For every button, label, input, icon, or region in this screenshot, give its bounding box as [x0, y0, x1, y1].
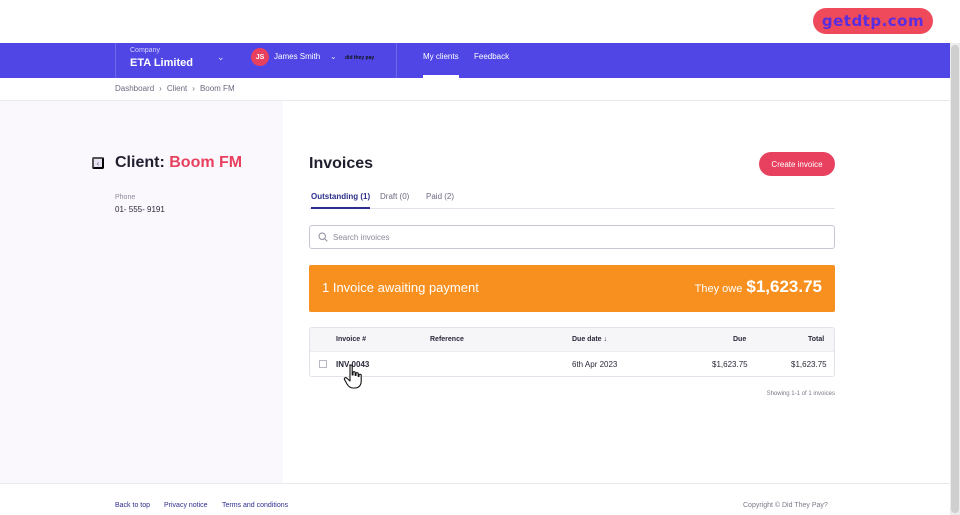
breadcrumb-client[interactable]: Client — [167, 84, 187, 93]
invoice-due-date: 6th Apr 2023 — [572, 360, 618, 369]
scrollbar-thumb[interactable] — [951, 45, 959, 513]
hand-pointer-icon — [343, 364, 362, 389]
top-strip — [0, 0, 950, 43]
column-due-date[interactable]: Due date ↓ — [572, 336, 607, 343]
chevron-right-icon: › — [192, 84, 195, 93]
nav-feedback[interactable]: Feedback — [474, 52, 509, 61]
owe-label: They owe — [694, 283, 743, 295]
back-to-top-link[interactable]: Back to top — [115, 502, 150, 509]
breadcrumb-dashboard[interactable]: Dashboard — [115, 84, 154, 93]
privacy-notice-link[interactable]: Privacy notice — [164, 502, 208, 509]
tab-outstanding[interactable]: Outstanding (1) — [311, 192, 371, 209]
create-invoice-button[interactable]: Create invoice — [759, 152, 835, 176]
tab-paid[interactable]: Paid (2) — [426, 192, 454, 209]
nav-my-clients[interactable]: My clients — [423, 52, 459, 61]
terms-link[interactable]: Terms and conditions — [222, 502, 288, 509]
table-header: Invoice # Reference Due date ↓ Due Total — [310, 328, 834, 352]
scrollbar[interactable] — [950, 43, 960, 515]
did-they-pay-logo: did they pay — [345, 55, 375, 61]
chevron-left-icon: ‹ — [96, 158, 100, 168]
phone-label: Phone — [115, 194, 136, 201]
chevron-down-icon[interactable]: ⌄ — [217, 52, 225, 63]
app-header: Company ETA Limited ⌄ JS James Smith ⌄ d… — [0, 43, 950, 78]
chevron-down-icon[interactable]: ⌄ — [330, 52, 337, 61]
column-reference[interactable]: Reference — [430, 336, 464, 343]
company-label: Company — [130, 47, 160, 54]
banner-text: 1 Invoice awaiting payment — [322, 280, 479, 295]
client-title-prefix: Client: — [115, 154, 165, 171]
invoice-table: Invoice # Reference Due date ↓ Due Total… — [309, 327, 835, 377]
getdtp-link[interactable]: getdtp.com — [813, 8, 933, 34]
breadcrumb: Dashboard › Client › Boom FM — [115, 84, 235, 93]
owed-summary: They owe $1,623.75 — [695, 277, 822, 297]
company-selector[interactable]: Company ETA Limited ⌄ JS James Smith ⌄ d… — [115, 43, 397, 78]
invoice-total: $1,623.75 — [791, 360, 827, 369]
owe-amount: $1,623.75 — [746, 277, 822, 296]
search-box[interactable] — [309, 225, 835, 249]
page-title: Invoices — [309, 155, 374, 172]
avatar[interactable]: JS — [251, 48, 269, 66]
payment-banner: 1 Invoice awaiting payment They owe $1,6… — [309, 265, 835, 312]
chevron-right-icon: › — [159, 84, 162, 93]
back-button[interactable]: ‹ — [92, 157, 104, 169]
copyright: Copyright © Did They Pay? — [743, 502, 828, 509]
arrow-down-icon: ↓ — [603, 336, 608, 343]
due-date-label: Due date — [572, 336, 602, 343]
row-checkbox[interactable] — [319, 360, 327, 368]
search-icon — [318, 232, 328, 242]
nav-active-indicator — [423, 75, 459, 78]
user-name[interactable]: James Smith — [274, 52, 320, 61]
breadcrumb-current: Boom FM — [199, 84, 235, 93]
invoice-due: $1,623.75 — [712, 360, 748, 369]
client-name: Boom FM — [169, 154, 243, 171]
pagination-summary: Showing 1-1 of 1 invoices — [766, 391, 835, 397]
phone-value: 01- 555- 9191 — [115, 205, 165, 214]
client-heading: Client: Boom FM — [115, 154, 242, 172]
column-total[interactable]: Total — [808, 336, 824, 343]
column-due[interactable]: Due — [733, 336, 746, 343]
divider — [0, 483, 950, 484]
invoice-tabs: Outstanding (1) Draft (0) Paid (2) — [309, 192, 835, 209]
search-input[interactable] — [333, 230, 813, 245]
column-invoice[interactable]: Invoice # — [336, 336, 366, 343]
tab-draft[interactable]: Draft (0) — [380, 192, 409, 209]
company-name: ETA Limited — [130, 57, 193, 69]
table-row[interactable]: INV-0043 6th Apr 2023 $1,623.75 $1,623.7… — [310, 352, 834, 376]
